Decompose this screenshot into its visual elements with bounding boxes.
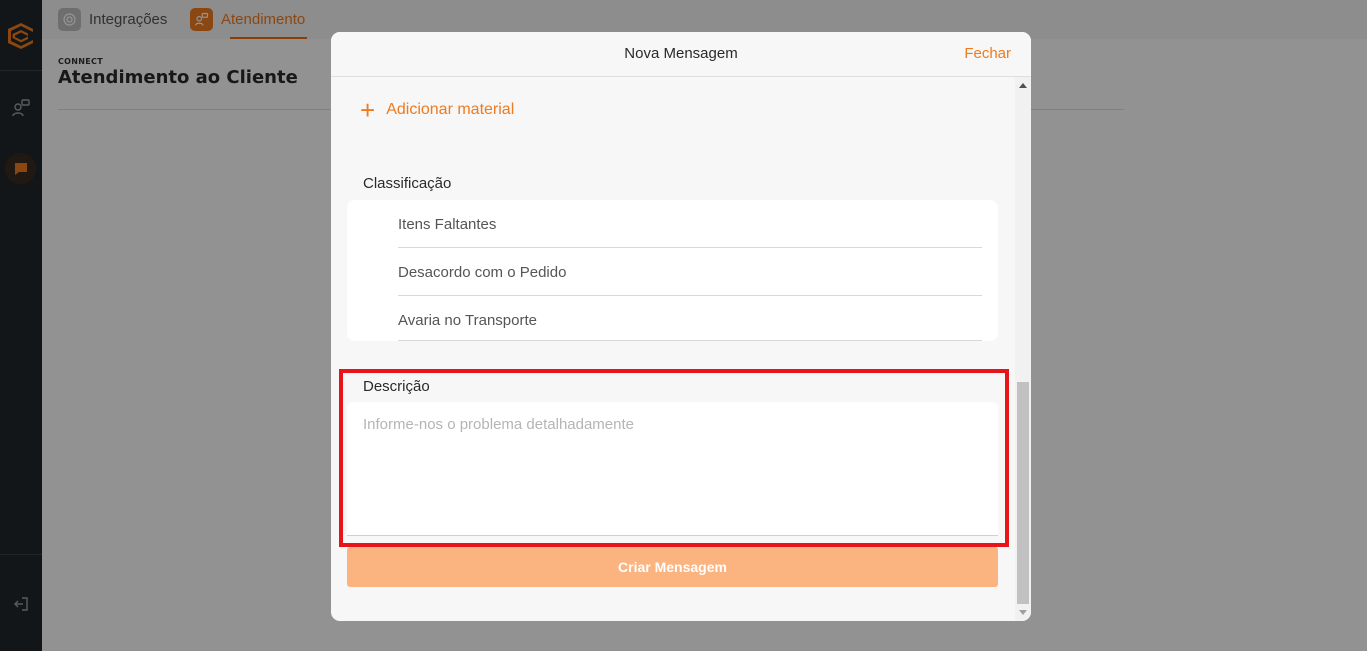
scroll-thumb[interactable] — [1017, 382, 1029, 604]
classification-label: Classificação — [363, 175, 452, 192]
scroll-down-arrow-icon[interactable] — [1019, 610, 1027, 615]
classification-list: Itens Faltantes Desacordo com o Pedido A… — [347, 200, 998, 341]
classification-option-itens-faltantes[interactable]: Itens Faltantes — [398, 200, 982, 248]
add-material-label: Adicionar material — [386, 101, 515, 118]
plus-icon: + — [360, 95, 376, 125]
classification-option-avaria[interactable]: Avaria no Transporte — [398, 296, 982, 341]
description-highlight-box — [339, 369, 1009, 547]
close-button[interactable]: Fechar — [964, 45, 1011, 62]
classification-option-desacordo[interactable]: Desacordo com o Pedido — [398, 248, 982, 296]
create-message-button[interactable]: Criar Mensagem — [347, 547, 998, 587]
modal-scrollbar[interactable] — [1015, 77, 1031, 621]
add-material-button[interactable]: + Adicionar material — [360, 95, 515, 125]
scroll-up-arrow-icon[interactable] — [1019, 83, 1027, 88]
modal-title: Nova Mensagem — [624, 45, 738, 62]
modal-header: Nova Mensagem Fechar — [331, 32, 1031, 77]
